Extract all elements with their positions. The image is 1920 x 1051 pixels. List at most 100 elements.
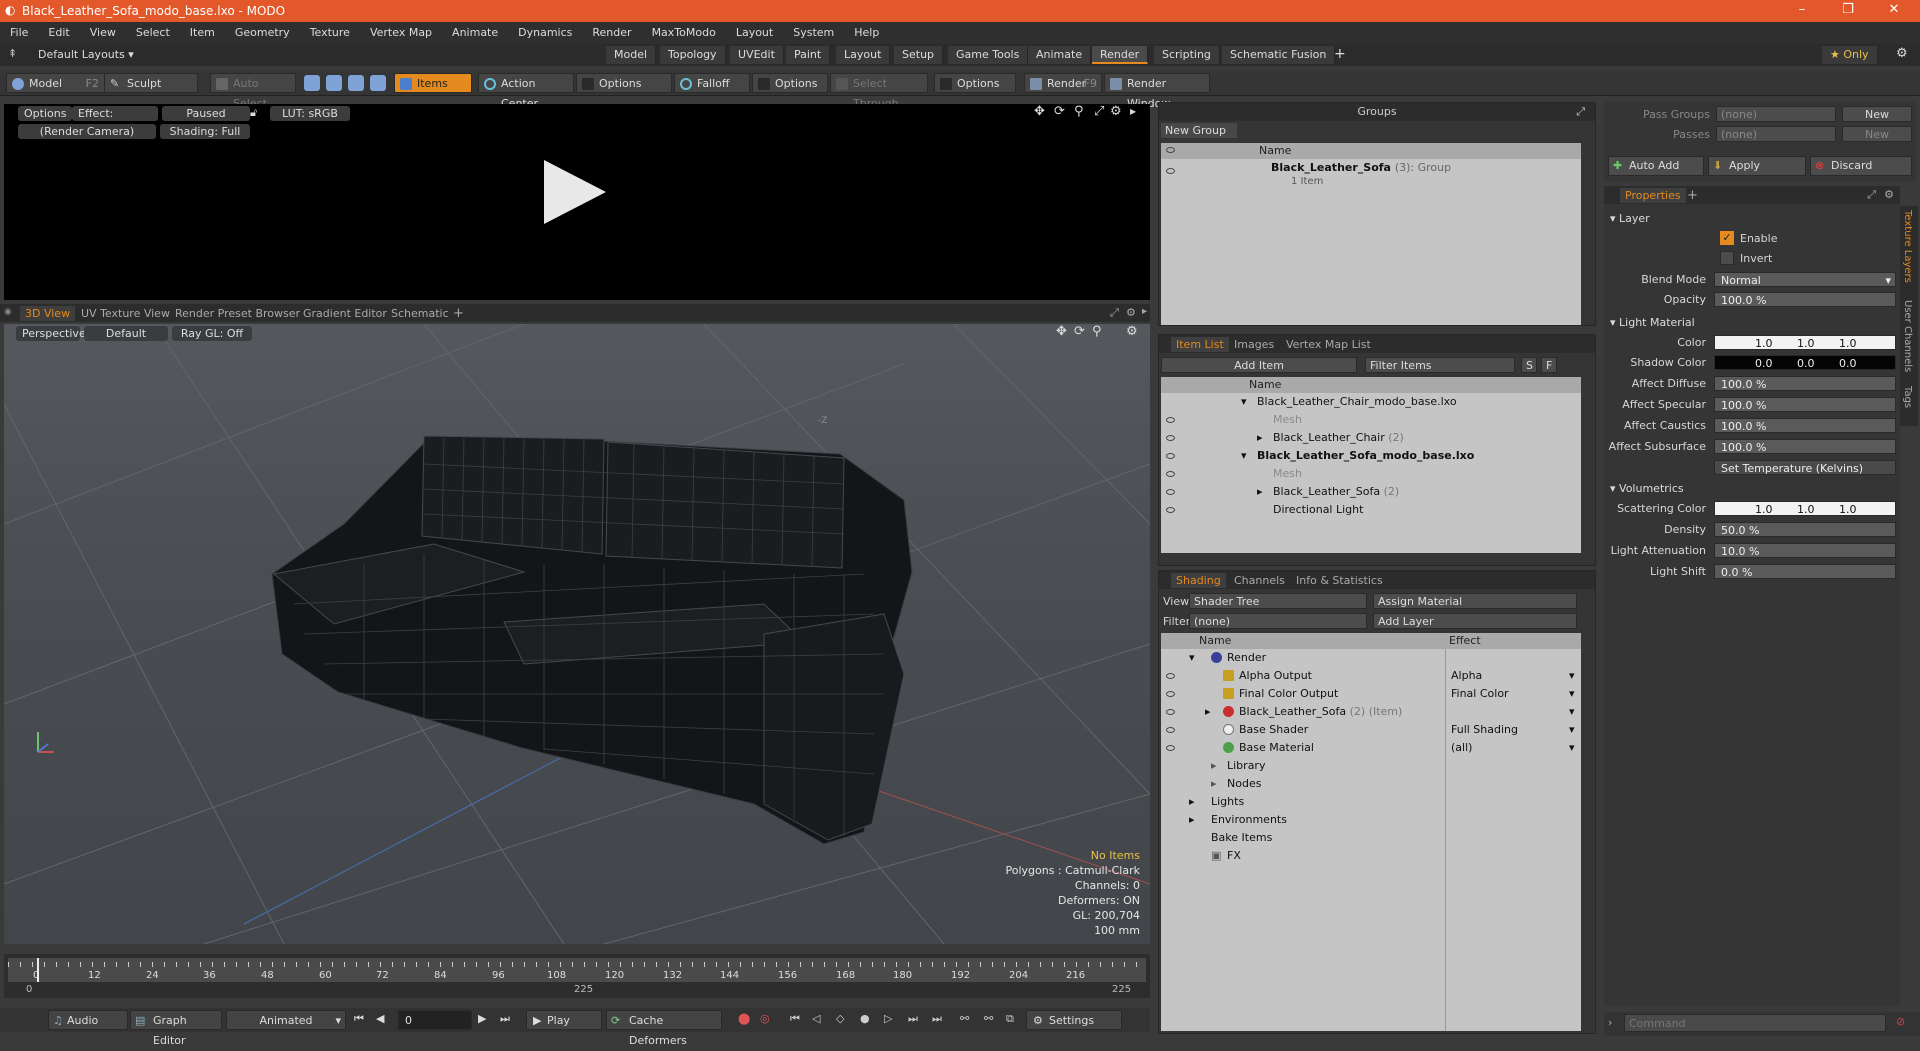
- tab-schematic-fusion[interactable]: Schematic Fusion: [1222, 46, 1336, 64]
- edges-mode-icon[interactable]: [326, 75, 342, 91]
- timeline[interactable]: 0 12 24 36 48 60 72 84 96 108 120 132 14…: [4, 954, 1150, 998]
- prev-key-icon[interactable]: ⏮: [790, 1012, 800, 1026]
- enable-checkbox[interactable]: ✓: [1720, 231, 1734, 245]
- zoom-view-icon[interactable]: ⚲: [1074, 104, 1084, 119]
- render-paused-button[interactable]: Paused: [162, 106, 250, 121]
- play-button[interactable]: ▶ Play: [526, 1010, 602, 1030]
- effect-dropdown-icon[interactable]: ▾: [1569, 739, 1575, 757]
- discard-button[interactable]: ⊗ Discard: [1810, 156, 1912, 176]
- render-camera-dropdown[interactable]: (Render Camera): [18, 124, 156, 139]
- item-row-chair-scene[interactable]: ▾ Black_Leather_Chair_modo_base.lxo: [1161, 393, 1581, 411]
- command-input[interactable]: [1624, 1014, 1886, 1032]
- viewport-menu-arrow-icon[interactable]: ▸: [1142, 306, 1147, 317]
- shader-effect[interactable]: (all): [1451, 739, 1472, 757]
- affect-specular-field[interactable]: 100.0 %: [1714, 397, 1896, 412]
- add-item-dropdown[interactable]: Add Item: [1161, 357, 1357, 373]
- tab-uv-texture-view[interactable]: UV Texture View: [76, 306, 175, 321]
- new-group-button[interactable]: New Group: [1161, 123, 1237, 138]
- next-key-icon[interactable]: ⏭: [908, 1012, 918, 1026]
- menu-edit[interactable]: Edit: [38, 22, 79, 44]
- tab-shading[interactable]: Shading: [1171, 573, 1226, 588]
- graph-editor-button[interactable]: ▤ Graph Editor: [130, 1010, 222, 1047]
- menu-vertex-map[interactable]: Vertex Map: [360, 22, 442, 44]
- pass-groups-dropdown[interactable]: (none): [1716, 106, 1836, 122]
- item-row-sofa-scene[interactable]: ▾ Black_Leather_Sofa_modo_base.lxo: [1161, 447, 1581, 465]
- eye-icon[interactable]: [1166, 471, 1175, 477]
- minimize-button[interactable]: –: [1782, 2, 1822, 17]
- command-expand-icon[interactable]: ›: [1608, 1016, 1612, 1029]
- viewport-rotate-icon[interactable]: ⟳: [1074, 324, 1085, 339]
- auto-select-button[interactable]: Auto Select: [210, 73, 296, 110]
- tab-layout[interactable]: Layout: [836, 46, 891, 64]
- menu-system[interactable]: System: [783, 22, 844, 44]
- shader-row-bake-items[interactable]: Bake Items: [1161, 829, 1581, 847]
- menu-help[interactable]: Help: [844, 22, 889, 44]
- light-material-section-header[interactable]: ▾ Light Material: [1610, 316, 1695, 329]
- shader-effect[interactable]: Alpha: [1451, 667, 1482, 685]
- eye-icon[interactable]: [1166, 691, 1175, 697]
- affect-caustics-field[interactable]: 100.0 %: [1714, 418, 1896, 433]
- eye-icon[interactable]: [1166, 745, 1175, 751]
- tab-properties[interactable]: Properties: [1620, 188, 1686, 203]
- playhead[interactable]: [37, 958, 39, 982]
- render-button[interactable]: Render F9: [1024, 73, 1102, 93]
- item-row-sofa[interactable]: ▸ Black_Leather_Sofa (2): [1161, 483, 1581, 501]
- tab-info-statistics[interactable]: Info & Statistics: [1291, 573, 1388, 588]
- close-button[interactable]: ✕: [1874, 2, 1914, 17]
- rotate-view-icon[interactable]: ⟳: [1054, 104, 1065, 119]
- layout-collapse-icon[interactable]: ⇞: [8, 47, 17, 60]
- tab-game-tools[interactable]: Game Tools: [948, 46, 1029, 64]
- polygons-mode-icon[interactable]: [348, 75, 364, 91]
- eye-icon[interactable]: [1166, 168, 1175, 174]
- render-options-button[interactable]: Options: [18, 106, 73, 121]
- expand-icon[interactable]: ▾: [1189, 649, 1195, 667]
- tab-render-preset-browser[interactable]: Render Preset Browser: [170, 306, 305, 321]
- 3d-viewport[interactable]: Perspective Default Ray GL: Off ✥ ⟳ ⚲ ⚙ …: [4, 324, 1150, 944]
- render-gear-icon[interactable]: ⚙: [1110, 104, 1122, 119]
- viewport-move-icon[interactable]: ✥: [1056, 324, 1067, 339]
- viewport-gear-icon[interactable]: ⚙: [1126, 306, 1136, 319]
- next-frame-icon[interactable]: ▶: [478, 1012, 486, 1025]
- view-dropdown[interactable]: Shader Tree: [1189, 593, 1367, 609]
- tab-animate[interactable]: Animate: [1028, 46, 1092, 64]
- expand-icon[interactable]: ▾: [1241, 393, 1247, 411]
- only-toggle[interactable]: ★ Only: [1822, 46, 1877, 64]
- prev-frame-icon[interactable]: ◀: [376, 1012, 384, 1025]
- effect-dropdown-icon[interactable]: ▾: [1569, 721, 1575, 739]
- maximize-panel-icon[interactable]: ⤢: [1110, 306, 1119, 320]
- menu-select[interactable]: Select: [126, 22, 180, 44]
- materials-mode-icon[interactable]: [370, 75, 386, 91]
- auto-key-icon[interactable]: ◎: [760, 1012, 770, 1025]
- key-dot-icon[interactable]: ●: [860, 1012, 870, 1025]
- default-layouts-dropdown[interactable]: Default Layouts ▾: [38, 48, 134, 61]
- tab-setup[interactable]: Setup: [894, 46, 944, 64]
- item-list-f-button[interactable]: F: [1541, 357, 1557, 373]
- move-view-icon[interactable]: ✥: [1034, 104, 1045, 119]
- shader-row-base-shader[interactable]: Base Shader Full Shading ▾: [1161, 721, 1581, 739]
- menu-view[interactable]: View: [80, 22, 126, 44]
- audio-button[interactable]: ♫ Audio: [48, 1010, 128, 1030]
- apply-button[interactable]: ⬇ Apply: [1708, 156, 1806, 176]
- falloff-options-button[interactable]: Options: [752, 73, 828, 93]
- density-field[interactable]: 50.0 %: [1714, 522, 1896, 537]
- maximize-view-icon[interactable]: ⤢: [1094, 104, 1104, 119]
- assign-material-button[interactable]: Assign Material: [1373, 593, 1577, 609]
- viewport-zoom-icon[interactable]: ⚲: [1092, 324, 1102, 339]
- timeline-scale[interactable]: 0 12 24 36 48 60 72 84 96 108 120 132 14…: [8, 958, 1146, 982]
- default-style-dropdown[interactable]: Default: [84, 326, 168, 341]
- eye-icon[interactable]: [1166, 453, 1175, 459]
- key-end-icon[interactable]: ⏭: [932, 1012, 942, 1026]
- snap-options-button[interactable]: Options: [934, 73, 1016, 93]
- tab-render[interactable]: Render: [1092, 46, 1149, 64]
- tab-texture-layers[interactable]: Texture Layers: [1902, 210, 1913, 283]
- key-left-icon[interactable]: ◁: [812, 1012, 820, 1025]
- passes-dropdown[interactable]: (none): [1716, 126, 1836, 142]
- shader-row-alpha-output[interactable]: Alpha Output Alpha ▾: [1161, 667, 1581, 685]
- shader-row-library[interactable]: ▸ Library: [1161, 757, 1581, 775]
- collapse-icon[interactable]: ▸: [1257, 483, 1263, 501]
- add-tab-button[interactable]: +: [1334, 46, 1346, 62]
- menu-animate[interactable]: Animate: [442, 22, 508, 44]
- play-icon[interactable]: [544, 160, 606, 224]
- tab-uvedit[interactable]: UVEdit: [730, 46, 784, 64]
- properties-maximize-icon[interactable]: ⤢: [1867, 186, 1876, 204]
